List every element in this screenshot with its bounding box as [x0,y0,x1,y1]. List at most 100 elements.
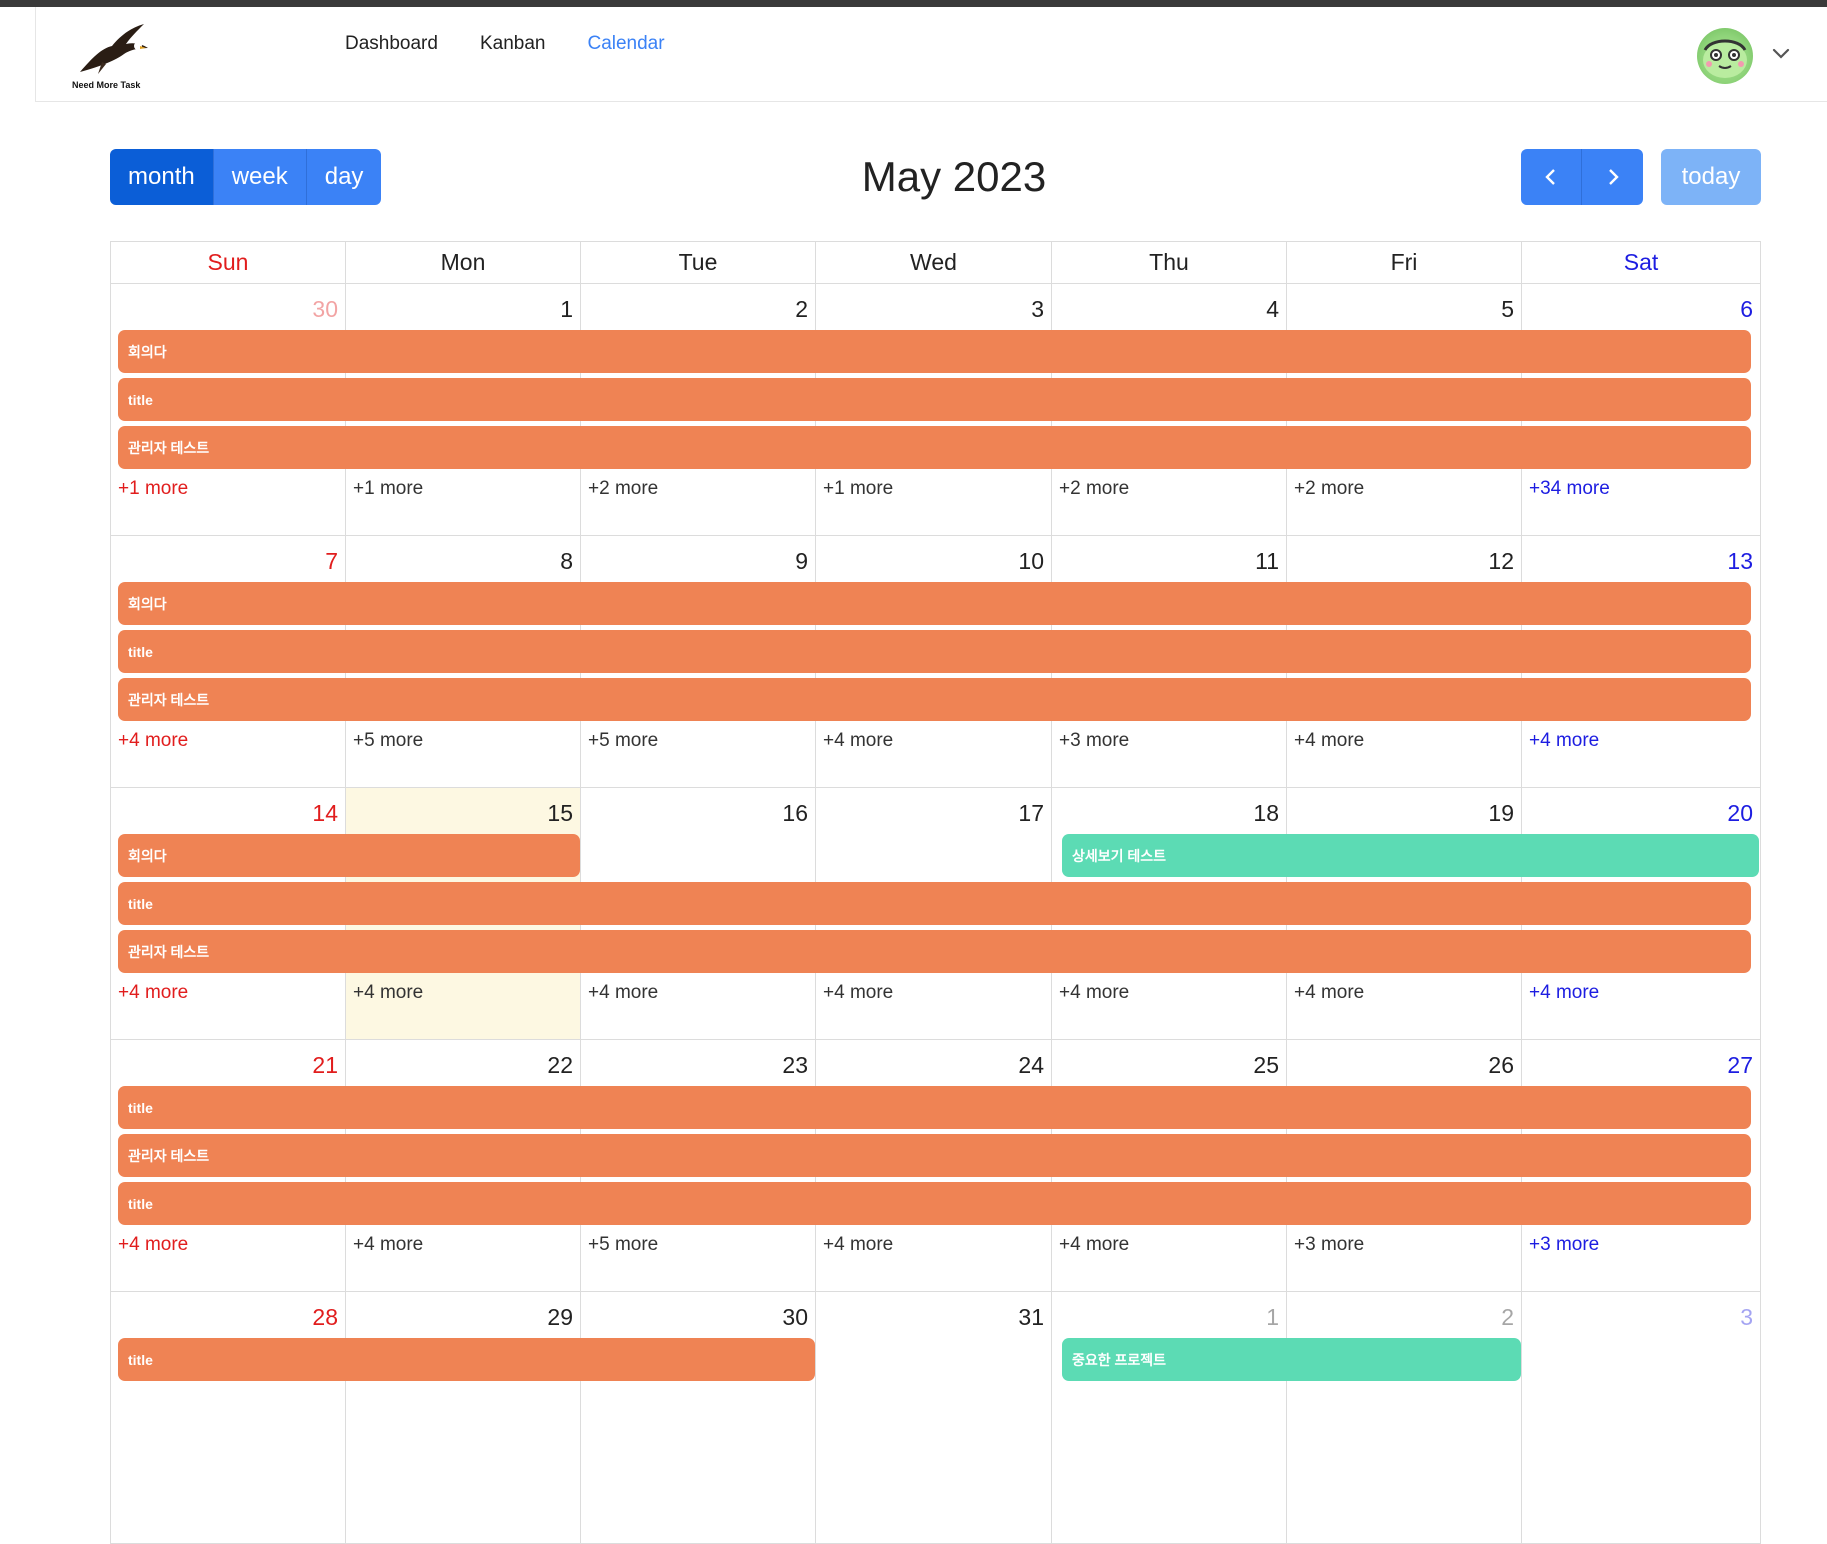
day-number[interactable]: 16 [782,800,808,827]
day-number[interactable]: 11 [1255,548,1279,575]
calendar-event[interactable]: title [118,1182,1751,1225]
day-number[interactable]: 28 [312,1304,338,1331]
more-link[interactable]: +1 more [118,478,188,500]
chevron-down-icon[interactable] [1770,42,1792,64]
more-link[interactable]: +2 more [1294,478,1364,500]
day-cell[interactable]: 28 [110,1292,346,1544]
day-cell[interactable]: 1 [1052,1292,1287,1544]
day-number[interactable]: 15 [547,800,573,827]
day-number[interactable]: 17 [1018,800,1044,827]
day-number[interactable]: 4 [1266,296,1279,323]
weekday-header: Wed [816,241,1052,284]
day-number[interactable]: 31 [1018,1304,1044,1331]
nav-dashboard[interactable]: Dashboard [345,33,438,55]
day-number[interactable]: 7 [325,548,338,575]
more-link[interactable]: +3 more [1059,730,1129,752]
calendar-event[interactable]: title [118,1086,1751,1129]
more-link[interactable]: +2 more [1059,478,1129,500]
day-number[interactable]: 2 [795,296,808,323]
weekday-header: Fri [1287,241,1522,284]
calendar-event[interactable]: 회의다 [118,330,1751,373]
calendar-event[interactable]: 관리자 테스트 [118,678,1751,721]
next-button[interactable] [1582,149,1643,205]
more-link[interactable]: +3 more [1294,1234,1364,1256]
more-link[interactable]: +4 more [588,982,658,1004]
day-number[interactable]: 8 [560,548,573,575]
day-cell[interactable]: 3 [1522,1292,1761,1544]
more-link[interactable]: +4 more [823,982,893,1004]
logo[interactable]: Need More Task [72,18,152,96]
nav-kanban[interactable]: Kanban [480,33,546,55]
day-number[interactable]: 2 [1501,1304,1514,1331]
day-number[interactable]: 14 [312,800,338,827]
more-link[interactable]: +1 more [823,478,893,500]
weekday-header: Sat [1522,241,1761,284]
more-link[interactable]: +4 more [1529,982,1599,1004]
more-link[interactable]: +4 more [1529,730,1599,752]
day-number[interactable]: 19 [1488,800,1514,827]
more-link[interactable]: +2 more [588,478,658,500]
more-link[interactable]: +5 more [353,730,423,752]
more-link[interactable]: +4 more [1059,982,1129,1004]
day-number[interactable]: 24 [1018,1052,1044,1079]
more-link[interactable]: +5 more [588,730,658,752]
day-number[interactable]: 1 [1266,1304,1279,1331]
more-link[interactable]: +4 more [1294,982,1364,1004]
day-number[interactable]: 6 [1740,296,1753,323]
calendar-event[interactable]: title [118,882,1751,925]
day-number[interactable]: 10 [1018,548,1044,575]
day-cell[interactable]: 30 [581,1292,816,1544]
more-link[interactable]: +4 more [353,1234,423,1256]
calendar-event[interactable]: title [118,630,1751,673]
calendar-event[interactable]: 관리자 테스트 [118,930,1751,973]
calendar-event[interactable]: title [118,378,1751,421]
day-number[interactable]: 1 [560,296,573,323]
day-number[interactable]: 22 [547,1052,573,1079]
more-link[interactable]: +4 more [118,982,188,1004]
more-link[interactable]: +4 more [823,730,893,752]
weekday-header: Mon [346,241,581,284]
user-avatar[interactable] [1697,28,1753,84]
more-link[interactable]: +5 more [588,1234,658,1256]
more-link[interactable]: +4 more [823,1234,893,1256]
today-button[interactable]: today [1661,149,1761,205]
chevron-left-icon [1545,169,1555,185]
day-number[interactable]: 18 [1253,800,1279,827]
more-link[interactable]: +3 more [1529,1234,1599,1256]
calendar-event[interactable]: title [118,1338,815,1381]
more-link[interactable]: +1 more [353,478,423,500]
day-number[interactable]: 27 [1727,1052,1753,1079]
more-link[interactable]: +4 more [1294,730,1364,752]
day-cell[interactable]: 31 [816,1292,1052,1544]
more-link[interactable]: +4 more [118,730,188,752]
day-number[interactable]: 9 [795,548,808,575]
weekday-header: Sun [110,241,346,284]
more-link[interactable]: +4 more [118,1234,188,1256]
day-number[interactable]: 5 [1501,296,1514,323]
nav-calendar[interactable]: Calendar [587,33,664,55]
day-number[interactable]: 29 [547,1304,573,1331]
calendar-event[interactable]: 중요한 프로젝트 [1062,1338,1521,1381]
day-number[interactable]: 3 [1031,296,1044,323]
calendar-event[interactable]: 회의다 [118,834,580,877]
calendar-event[interactable]: 상세보기 테스트 [1062,834,1759,877]
day-cell[interactable]: 2 [1287,1292,1522,1544]
day-number[interactable]: 30 [312,296,338,323]
more-link[interactable]: +4 more [353,982,423,1004]
day-number[interactable]: 23 [782,1052,808,1079]
day-number[interactable]: 25 [1253,1052,1279,1079]
day-number[interactable]: 12 [1488,548,1514,575]
day-number[interactable]: 21 [312,1052,338,1079]
prev-button[interactable] [1521,149,1582,205]
more-link[interactable]: +34 more [1529,478,1610,500]
calendar-event[interactable]: 관리자 테스트 [118,1134,1751,1177]
day-number[interactable]: 3 [1740,1304,1753,1331]
more-link[interactable]: +4 more [1059,1234,1129,1256]
day-number[interactable]: 20 [1727,800,1753,827]
day-number[interactable]: 26 [1488,1052,1514,1079]
day-cell[interactable]: 29 [346,1292,581,1544]
calendar-event[interactable]: 회의다 [118,582,1751,625]
day-number[interactable]: 30 [782,1304,808,1331]
calendar-event[interactable]: 관리자 테스트 [118,426,1751,469]
day-number[interactable]: 13 [1727,548,1753,575]
